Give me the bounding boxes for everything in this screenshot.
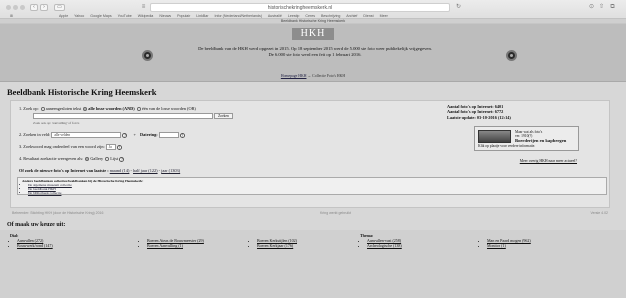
intro-line-2: De 6.000 ste foto werd een feit op 1 feb… [268, 52, 362, 57]
address-bar[interactable]: historischekringheemskerk.nl [150, 3, 450, 12]
stats-panel: Aantal foto's op Internet: 6401 Aantal f… [447, 104, 597, 120]
footer-center: Kring werkt gebruikt [320, 211, 351, 215]
site-logo[interactable]: HKH [292, 28, 334, 40]
tab-active[interactable]: Beeldbank Historische Kring Heemskerk [0, 18, 626, 23]
radio-or-label: één van de losse woorden (OR) [141, 106, 196, 111]
seal-right-icon [506, 50, 517, 61]
other-collections-box: Andere beeldbanken collecties/beeldbanke… [17, 177, 607, 195]
partial-word-label: 3. Zoekwoord mag onderdeel van een woord… [19, 144, 105, 149]
featured-photo-footer: Klik op plaatje voor verdere informatie. [478, 144, 536, 148]
news-link[interactable]: Meer overig HKH naar meer actueel? [520, 159, 577, 163]
help-icon[interactable]: ? [179, 132, 185, 138]
search-mode-label: 1. Zoek op: [19, 106, 39, 111]
forward-button[interactable]: › [40, 4, 48, 11]
help-icon[interactable]: ? [116, 144, 122, 150]
theme-column: Thema: Aanvullen-vast (258) Archeologisc… [360, 233, 402, 248]
other-collections-list: De algemene museum collectie De beeldban… [22, 183, 602, 195]
share-icon[interactable]: ⇧ [598, 4, 605, 11]
recent-halfyear-link[interactable]: half jaar (122) [133, 168, 158, 173]
search-mode-row: 1. Zoek op: aaneengesloten tekst alle lo… [19, 106, 196, 112]
radio-list-label: Lijst [110, 156, 119, 161]
back-button[interactable]: ‹ [30, 4, 38, 11]
radio-gallery-label: Gallery [90, 156, 104, 161]
date-input[interactable] [158, 132, 179, 139]
theme-column: Boeren Ateas de Bouwmeester (29) Boeren … [140, 238, 204, 248]
list-item[interactable]: De bibliotheek collectie [28, 191, 602, 195]
sidebar-toggle-button[interactable]: ▭ [54, 4, 65, 11]
page-content: HKH De beeldbank van de HKH werd opgezet… [0, 24, 626, 298]
partial-word-row: 3. Zoekwoord mag onderdeel van een woord… [19, 144, 122, 151]
radio-exact[interactable] [40, 107, 45, 112]
list-item[interactable]: Monitor (1) [487, 243, 531, 248]
field-row: 2. Zoeken in veld: alle velden ? + Dater… [19, 132, 185, 139]
choose-heading: Of maak uw keuze uit: [7, 222, 66, 228]
display-row: 4. Resultaat zoekactie weergeven als: Ga… [19, 156, 125, 162]
tabs-icon[interactable]: ⧉ [609, 4, 616, 11]
featured-photo-card[interactable]: Maar wat als foto's ver. 1910(?) Boerder… [474, 126, 579, 151]
search-input[interactable] [33, 113, 213, 120]
intro-text: De beeldbank van de HKH werd opgezet in … [170, 46, 460, 58]
site-banner: HKH De beeldbank van de HKH werd opgezet… [0, 24, 626, 82]
reload-icon[interactable]: ↻ [455, 4, 462, 11]
window-close-icon[interactable] [6, 5, 11, 10]
date-label: Datering: [140, 132, 158, 137]
radio-list[interactable] [105, 157, 110, 162]
recent-year-link[interactable]: jaar (1303) [161, 168, 180, 173]
field-label: 2. Zoeken in veld: [19, 132, 51, 137]
partial-word-select[interactable]: Ja [105, 144, 116, 151]
search-button[interactable]: Zoeken [214, 113, 233, 120]
radio-or[interactable] [136, 107, 141, 112]
radio-and[interactable] [83, 107, 88, 112]
plus-icon[interactable]: + [134, 132, 136, 137]
breadcrumb-current: Collectie Foto's HKH [312, 74, 346, 78]
page-title: Beeldbank Historische Kring Heemskerk [7, 87, 157, 97]
window-zoom-icon[interactable] [20, 5, 25, 10]
list-item[interactable]: Boeren Aanvulling (1) [147, 243, 204, 248]
recent-row: Of zoek de nieuwe foto's op Internet van… [19, 168, 181, 173]
help-icon[interactable]: ? [122, 132, 128, 138]
theme-column: Boeren Kerkstijlen (102) Boeren Kerkjaar… [250, 238, 297, 248]
footer-status: Beheerder: Stichting HKH (door de Histor… [10, 210, 610, 216]
recent-label: Of zoek de nieuwe foto's op Internet van… [19, 168, 109, 173]
radio-exact-label: aaneengesloten tekst [45, 106, 82, 111]
stat-line: Laatste update: 03-10-2016 (12:14) [447, 114, 511, 120]
download-icon[interactable]: ⊙ [588, 4, 595, 11]
display-label: 4. Resultaat zoekactie weergeven als: [19, 156, 84, 161]
radio-gallery[interactable] [85, 157, 90, 162]
reader-icon[interactable]: ≡ [140, 4, 147, 11]
list-item[interactable]: Archeologische (138) [367, 243, 402, 248]
list-item[interactable]: Bouwwerk/rond (147) [17, 243, 53, 248]
list-item[interactable]: Boeren Kerkjaar (176) [257, 243, 297, 248]
seal-left-icon [142, 50, 153, 61]
search-hint: Zoek ook op: 'aanvulling' of foto's [33, 121, 80, 125]
window-minimize-icon[interactable] [13, 5, 18, 10]
footer-right: Versie 4.02 [590, 211, 608, 215]
breadcrumb-separator: → [307, 74, 312, 78]
help-icon[interactable]: ? [119, 156, 125, 162]
theme-column: Dial: Aanvullen (272) Bouwwerk/rond (147… [10, 233, 53, 248]
breadcrumb: Homepage HKH → Collectie Foto's HKH [0, 74, 626, 78]
field-select[interactable]: alle velden [51, 132, 122, 139]
browser-toolbar: ‹ › ▭ ≡ historischekringheemskerk.nl ↻ ⊙… [0, 3, 626, 12]
theme-list: Dial: Aanvullen (272) Bouwwerk/rond (147… [0, 230, 626, 298]
featured-photo-thumbnail[interactable] [478, 130, 511, 143]
browser-chrome: ‹ › ▭ ≡ historischekringheemskerk.nl ↻ ⊙… [0, 0, 626, 24]
recent-month-link[interactable]: maand (14) [110, 168, 130, 173]
breadcrumb-home-link[interactable]: Homepage HKH [281, 74, 307, 78]
caption-title: Boerderijen en kapbergen [515, 137, 567, 143]
radio-and-label: alle losse woorden (AND) [88, 106, 135, 111]
search-input-row: Zoeken [33, 113, 233, 120]
featured-photo-caption: Maar wat als foto's ver. 1910(?) Boerder… [515, 130, 566, 143]
theme-column: Man en Paard mogen (962) Monitor (1) [480, 238, 531, 248]
footer-left: Beheerder: Stichting HKH (door de Histor… [12, 211, 104, 215]
